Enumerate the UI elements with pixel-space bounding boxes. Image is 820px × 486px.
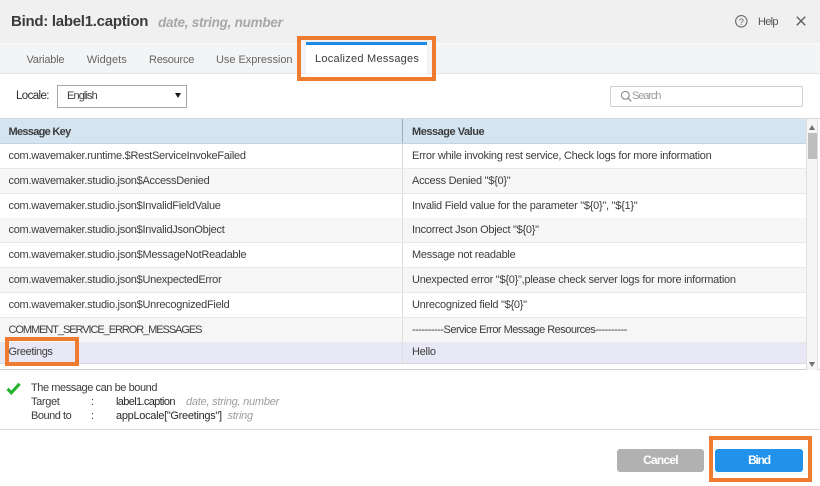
svg-text:?: ? [738,17,743,28]
